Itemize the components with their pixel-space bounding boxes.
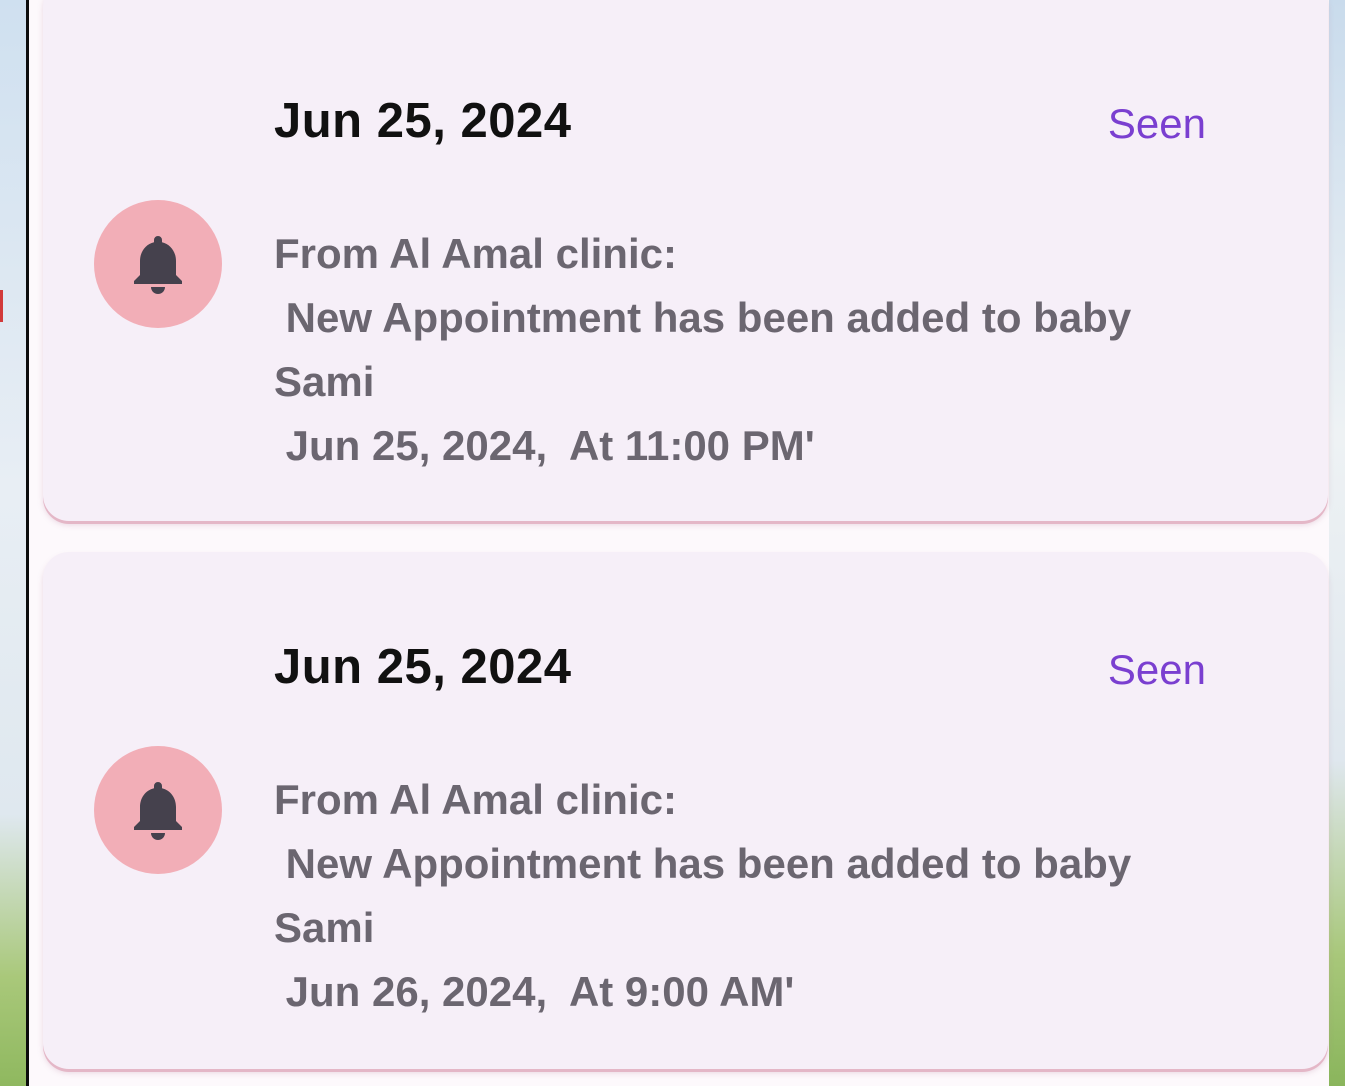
seen-status-button[interactable]: Seen xyxy=(1108,100,1206,148)
message-appointment-time: Jun 25, 2024, At 11:00 PM' xyxy=(274,422,815,469)
notification-card[interactable]: Jun 25, 2024 Seen From Al Amal clinic: N… xyxy=(43,552,1328,1069)
background-left-edge xyxy=(0,0,26,1086)
notification-icon-badge xyxy=(94,200,222,328)
message-sender-line: From Al Amal clinic: xyxy=(274,230,677,277)
message-body-line: New Appointment has been added to baby xyxy=(274,294,1132,341)
message-body-line: Sami xyxy=(274,358,375,405)
notification-message: From Al Amal clinic: New Appointment has… xyxy=(274,768,1234,1024)
message-appointment-time: Jun 26, 2024, At 9:00 AM' xyxy=(274,968,795,1015)
background-red-mark xyxy=(0,290,3,322)
seen-status-button[interactable]: Seen xyxy=(1108,646,1206,694)
background-right-edge xyxy=(1327,0,1345,1086)
notification-message: From Al Amal clinic: New Appointment has… xyxy=(274,222,1234,478)
message-body-line: Sami xyxy=(274,904,375,951)
bell-icon xyxy=(134,782,182,840)
bell-icon xyxy=(134,236,182,294)
message-body-line: New Appointment has been added to baby xyxy=(274,840,1132,887)
notification-date: Jun 25, 2024 xyxy=(274,640,572,694)
notification-list[interactable]: Jun 25, 2024 Seen From Al Amal clinic: N… xyxy=(29,0,1329,1086)
notification-icon-badge xyxy=(94,746,222,874)
notification-date: Jun 25, 2024 xyxy=(274,94,572,148)
message-sender-line: From Al Amal clinic: xyxy=(274,776,677,823)
notification-card[interactable]: Jun 25, 2024 Seen From Al Amal clinic: N… xyxy=(43,0,1328,521)
